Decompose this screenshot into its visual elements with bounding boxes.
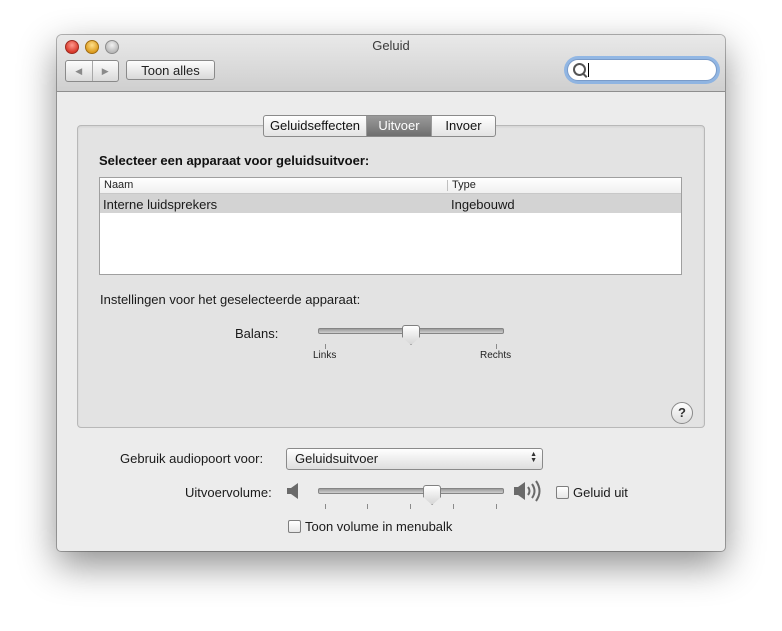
- audio-port-value: Geluidsuitvoer: [295, 451, 379, 466]
- output-group-box: [77, 125, 705, 428]
- show-volume-menubar-checkbox[interactable]: [288, 520, 301, 533]
- device-type: Ingebouwd: [451, 197, 515, 212]
- back-forward-control: ◀ ▶: [65, 60, 119, 82]
- pane-tabs: Geluidseffecten Uitvoer Invoer: [263, 115, 496, 137]
- back-arrow-icon: ◀: [75, 65, 83, 76]
- titlebar: Geluid ◀ ▶ Toon alles: [57, 35, 725, 92]
- sound-preferences-window: Geluid ◀ ▶ Toon alles Geluidseffecten Ui…: [57, 35, 725, 551]
- column-divider: [447, 180, 448, 191]
- volume-slider-track[interactable]: [318, 488, 504, 494]
- tab-output[interactable]: Uitvoer: [366, 116, 431, 136]
- forward-button[interactable]: ▶: [91, 61, 119, 81]
- volume-tick: [410, 504, 411, 509]
- tab-input[interactable]: Invoer: [431, 116, 495, 136]
- volume-slider-thumb[interactable]: [423, 485, 442, 505]
- volume-tick: [496, 504, 497, 509]
- balance-label: Balans:: [235, 326, 279, 341]
- updown-arrows-icon: ▲ ▼: [530, 451, 537, 464]
- table-header: Naam Type: [100, 178, 681, 194]
- balance-tick: [496, 344, 497, 349]
- back-button[interactable]: ◀: [66, 61, 92, 81]
- tab-sound-effects[interactable]: Geluidseffecten: [264, 116, 366, 136]
- mute-checkbox[interactable]: [556, 486, 569, 499]
- mute-label[interactable]: Geluid uit: [573, 485, 628, 500]
- output-device-table[interactable]: Naam Type Interne luidsprekers Ingebouwd: [99, 177, 682, 275]
- output-volume-label: Uitvoervolume:: [185, 485, 272, 500]
- volume-tick: [325, 504, 326, 509]
- speaker-high-icon: [514, 480, 541, 502]
- text-cursor: [588, 63, 589, 77]
- device-name: Interne luidsprekers: [103, 197, 218, 212]
- volume-tick: [453, 504, 454, 509]
- balance-right-label: Rechts: [480, 350, 512, 361]
- show-all-button[interactable]: Toon alles: [126, 60, 215, 80]
- device-settings-label: Instellingen voor het geselecteerde appa…: [100, 292, 361, 307]
- column-header-type[interactable]: Type: [452, 179, 476, 191]
- audio-port-label: Gebruik audiopoort voor:: [120, 451, 264, 466]
- search-icon: [573, 63, 586, 76]
- balance-left-label: Links: [313, 350, 337, 361]
- table-row[interactable]: Interne luidsprekers Ingebouwd: [100, 194, 681, 213]
- audio-port-select[interactable]: Geluidsuitvoer ▲ ▼: [286, 448, 543, 470]
- window-title: Geluid: [372, 38, 410, 53]
- show-volume-menubar-label[interactable]: Toon volume in menubalk: [305, 519, 452, 534]
- balance-tick: [325, 344, 326, 349]
- column-header-name[interactable]: Naam: [104, 179, 133, 191]
- forward-arrow-icon: ▶: [101, 65, 109, 76]
- output-device-heading: Selecteer een apparaat voor geluidsuitvo…: [99, 153, 370, 168]
- speaker-low-icon: [287, 483, 298, 499]
- search-field[interactable]: [567, 59, 717, 81]
- search-input[interactable]: [587, 62, 709, 77]
- volume-tick: [367, 504, 368, 509]
- help-button[interactable]: ?: [671, 402, 693, 424]
